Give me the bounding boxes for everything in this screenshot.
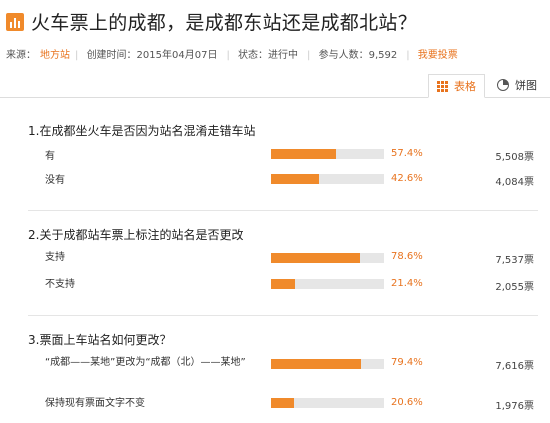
option-row: 不支持 21.4% 2,055票	[0, 277, 550, 307]
option-bar	[271, 279, 384, 289]
option-label: 没有	[45, 175, 65, 186]
option-bar-fill	[271, 279, 296, 289]
option-bar-fill	[271, 398, 295, 408]
option-percent: 78.6%	[391, 251, 423, 262]
page-title: 火车票上的成都，是成都东站还是成都北站？	[31, 12, 418, 34]
option-percent: 20.6%	[391, 397, 423, 408]
option-bar	[271, 253, 384, 263]
tab-table-label: 表格	[454, 80, 476, 93]
option-count: 7,616票	[495, 361, 534, 372]
question-title: 3.票面上车站名如何更改？	[28, 333, 172, 347]
option-percent: 21.4%	[391, 278, 423, 289]
option-label: 保持现有票面文字不变	[45, 398, 145, 409]
option-label: 不支持	[45, 279, 75, 290]
option-percent: 42.6%	[391, 173, 423, 184]
option-bar	[271, 359, 384, 369]
option-count: 2,055票	[495, 282, 534, 293]
option-row: 有 57.4% 5,508票	[0, 144, 550, 174]
option-row: 支持 78.6% 7,537票	[0, 250, 550, 280]
option-count: 4,084票	[495, 177, 534, 188]
option-percent: 79.4%	[391, 357, 423, 368]
option-bar-fill	[271, 253, 360, 263]
created-time: 创建时间：2015年04月07日	[86, 50, 218, 61]
tab-pie-label: 饼图	[515, 79, 537, 92]
option-label: “成都——某地”更改为“成都（北）——某地”	[45, 357, 246, 368]
option-bar-fill	[271, 359, 361, 369]
option-row: “成都——某地”更改为“成都（北）——某地” 79.4% 7,616票	[0, 355, 550, 387]
option-row: 保持现有票面文字不变 20.6% 1,976票	[0, 396, 550, 423]
question-divider	[28, 315, 538, 316]
question-title: 2.关于成都站车票上标注的站名是否更改	[28, 228, 244, 242]
option-bar	[271, 149, 384, 159]
source-link[interactable]: 地方站	[40, 50, 70, 61]
question-divider	[28, 210, 538, 211]
pie-chart-icon	[497, 79, 509, 91]
option-bar	[271, 398, 384, 408]
option-bar-fill	[271, 174, 320, 184]
option-percent: 57.4%	[391, 148, 423, 159]
option-count: 7,537票	[495, 255, 534, 266]
option-count: 1,976票	[495, 401, 534, 412]
tab-table-view[interactable]: 表格	[428, 74, 485, 98]
question-title: 1.在成都坐火车是否因为站名混淆走错车站	[28, 124, 256, 138]
option-count: 5,508票	[495, 152, 534, 163]
vote-link[interactable]: 我要投票	[418, 50, 458, 61]
option-bar	[271, 174, 384, 184]
option-label: 有	[45, 151, 55, 162]
grid-icon	[437, 80, 448, 92]
poll-chart-icon	[6, 13, 24, 31]
option-bar-fill	[271, 149, 336, 159]
tab-pie-view[interactable]: 饼图	[489, 74, 545, 96]
option-label: 支持	[45, 252, 65, 263]
meta-info: 来源： 地方站 | 创建时间：2015年04月07日 | 状态：进行中 | 参与人数：9…	[6, 50, 458, 61]
option-row: 没有 42.6% 4,084票	[0, 173, 550, 203]
participant-count: 参与人数：9,592	[318, 50, 398, 61]
poll-status: 状态：进行中	[238, 50, 299, 61]
source-label: 来源：	[6, 50, 36, 61]
page-header: 火车票上的成都，是成都东站还是成都北站？	[0, 0, 550, 44]
